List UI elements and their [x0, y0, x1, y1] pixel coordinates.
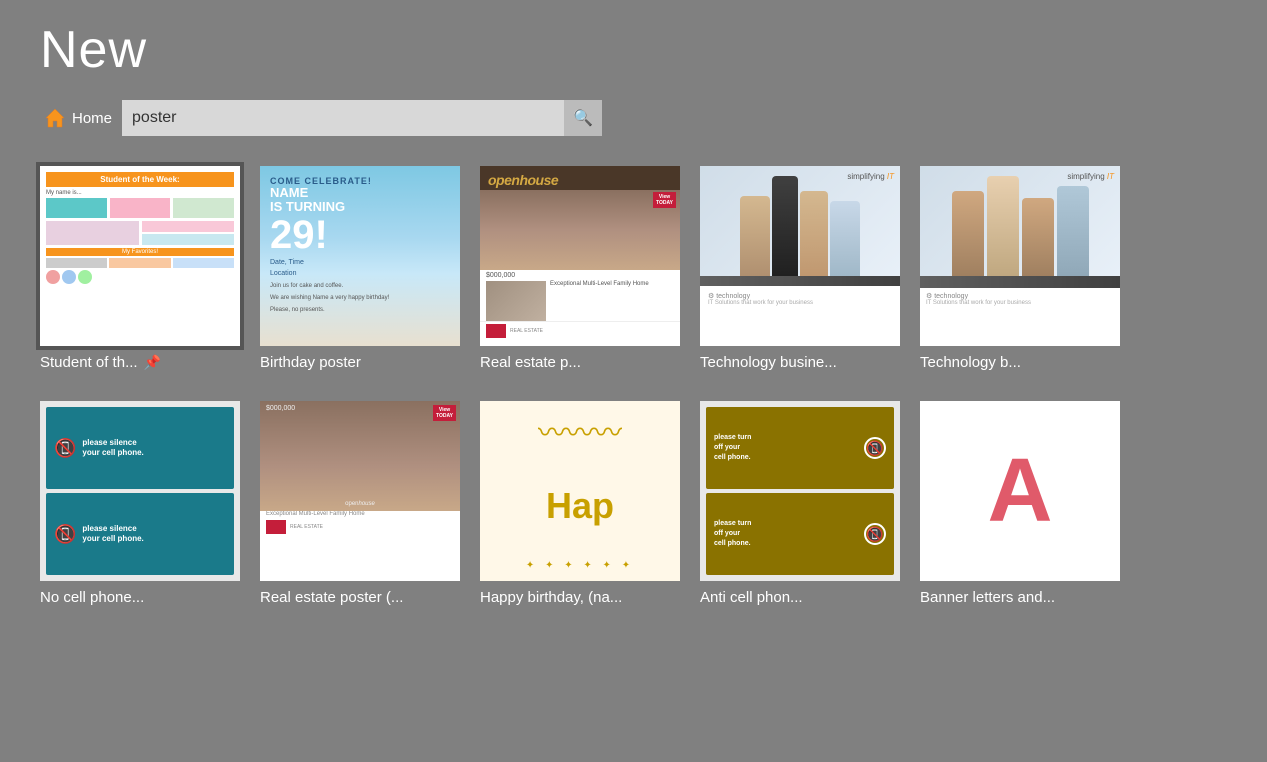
thumbnail-tech-business: simplifying IT ⚙ technology IT Solutions… [700, 166, 900, 346]
thumb-inner: 〰〰〰 Hap ✦ ✦ ✦ ✦ ✦ ✦ [480, 401, 680, 581]
thumbnail-birthday: COME CELEBRATE! NAME IS TURNING 29! Date… [260, 166, 460, 346]
template-real-estate-p[interactable]: openhouse ViewTODAY $000,000 Exceptional… [480, 166, 680, 371]
thumb-inner: openhouse ViewTODAY $000,000 Exceptional… [480, 166, 680, 346]
template-birthday-poster[interactable]: COME CELEBRATE! NAME IS TURNING 29! Date… [260, 166, 460, 371]
page-title: New [40, 20, 1227, 80]
template-label-banner: Banner letters and... [920, 589, 1120, 606]
template-label-birthday: Birthday poster [260, 354, 460, 371]
template-label-tech-b: Technology b... [920, 354, 1120, 371]
template-label-happybday: Happy birthday, (na... [480, 589, 680, 606]
thumb-inner: COME CELEBRATE! NAME IS TURNING 29! Date… [260, 166, 460, 346]
grid-row-2: 📵 please silenceyour cell phone. 📵 pleas… [40, 401, 1227, 606]
template-technology-business[interactable]: simplifying IT ⚙ technology IT Solutions… [700, 166, 900, 371]
template-technology-b[interactable]: simplifying IT ⚙ technology IT Solutions… [920, 166, 1120, 371]
thumb-inner: simplifying IT ⚙ technology IT Solutions… [920, 166, 1120, 346]
template-no-cell-phone[interactable]: 📵 please silenceyour cell phone. 📵 pleas… [40, 401, 240, 606]
home-button[interactable]: Home [40, 101, 122, 135]
thumbnail-realestate: openhouse ViewTODAY $000,000 Exceptional… [480, 166, 680, 346]
grid-row-1: Student of the Week: My name is... [40, 166, 1227, 371]
template-label-nocell: No cell phone... [40, 589, 240, 606]
page-header: New [0, 0, 1267, 90]
template-label-anticell: Anti cell phon... [700, 589, 900, 606]
thumbnail-anticell: please turnoff yourcell phone. 📵 please … [700, 401, 900, 581]
template-happy-birthday[interactable]: 〰〰〰 Hap ✦ ✦ ✦ ✦ ✦ ✦ Happy birthday, (na.… [480, 401, 680, 606]
templates-grid: Student of the Week: My name is... [0, 156, 1267, 656]
search-icon: 🔍 [573, 108, 593, 128]
template-student-of-the-week[interactable]: Student of the Week: My name is... [40, 166, 240, 371]
search-input-wrap: 🔍 [122, 100, 602, 136]
thumb-inner: 📵 please silenceyour cell phone. 📵 pleas… [40, 401, 240, 581]
thumbnail-student: Student of the Week: My name is... [40, 166, 240, 346]
pin-icon: 📌 [144, 354, 161, 371]
home-label: Home [72, 110, 112, 127]
thumb-inner: ViewTODAY $000,000 openhouse Exceptional… [260, 401, 460, 581]
thumbnail-banner: A [920, 401, 1120, 581]
template-label-realestate: Real estate p... [480, 354, 680, 371]
thumb-inner: please turnoff yourcell phone. 📵 please … [700, 401, 900, 581]
search-bar: Home 🔍 [0, 90, 1267, 156]
template-label-tech-business: Technology busine... [700, 354, 900, 371]
search-button[interactable]: 🔍 [564, 100, 602, 136]
template-real-estate-poster[interactable]: ViewTODAY $000,000 openhouse Exceptional… [260, 401, 460, 606]
search-input[interactable] [122, 100, 602, 136]
thumb-inner: A [920, 401, 1120, 581]
thumbnail-realestate2: ViewTODAY $000,000 openhouse Exceptional… [260, 401, 460, 581]
template-label-student: Student of th... 📌 [40, 354, 240, 371]
thumbnail-nocell: 📵 please silenceyour cell phone. 📵 pleas… [40, 401, 240, 581]
home-icon [44, 107, 66, 129]
template-label-realestate2: Real estate poster (... [260, 589, 460, 606]
thumbnail-tech-b: simplifying IT ⚙ technology IT Solutions… [920, 166, 1120, 346]
thumb-inner: simplifying IT ⚙ technology IT Solutions… [700, 166, 900, 346]
template-banner-letters[interactable]: A Banner letters and... [920, 401, 1120, 606]
template-anti-cell-phone[interactable]: please turnoff yourcell phone. 📵 please … [700, 401, 900, 606]
thumb-inner: Student of the Week: My name is... [40, 166, 240, 346]
thumbnail-happybday: 〰〰〰 Hap ✦ ✦ ✦ ✦ ✦ ✦ [480, 401, 680, 581]
